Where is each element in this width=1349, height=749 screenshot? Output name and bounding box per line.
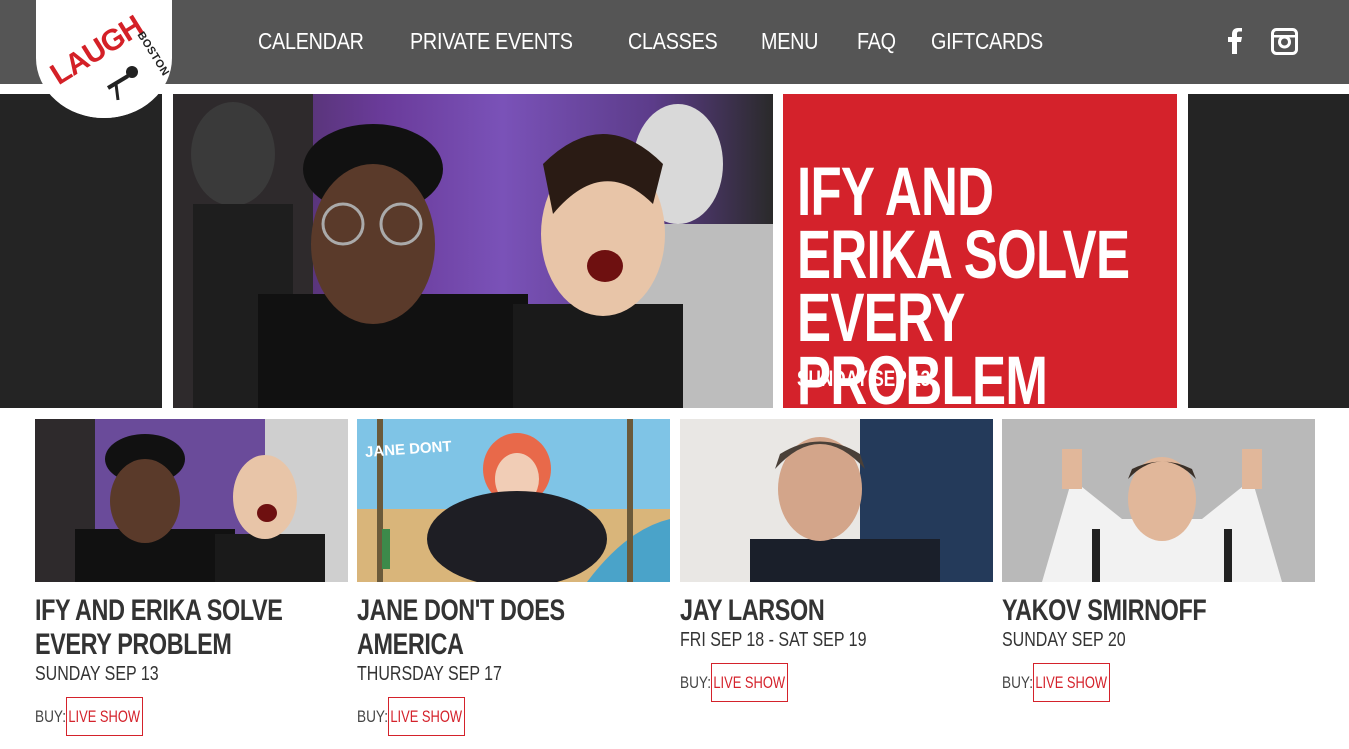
microphone-icon (106, 66, 138, 101)
event-card: JAY LARSON FRI SEP 18 - SAT SEP 19 BUY: … (680, 419, 993, 702)
live-show-label: LIVE SHOW (390, 706, 463, 726)
laugh-boston-logo[interactable]: LAUGH BOSTON (36, 0, 172, 118)
event-title[interactable]: JANE DON'T DOES AMERICA (357, 594, 669, 662)
hero-image[interactable] (173, 94, 773, 408)
live-show-button[interactable]: LIVE SHOW (388, 697, 465, 736)
main-navigation: CALENDAR PRIVATE EVENTS CLASSES MENU FAQ… (258, 28, 1090, 55)
nav-private-events[interactable]: PRIVATE EVENTS (410, 28, 573, 55)
buy-label: BUY: (35, 706, 66, 726)
buy-row: BUY: LIVE SHOW (35, 697, 348, 736)
hero-left-panel (0, 94, 162, 408)
live-show-label: LIVE SHOW (1035, 672, 1108, 692)
event-photo (1002, 419, 1315, 582)
nav-calendar[interactable]: CALENDAR (258, 28, 364, 55)
live-show-button[interactable]: LIVE SHOW (66, 697, 143, 736)
nav-menu[interactable]: MENU (761, 28, 818, 55)
event-thumbnail[interactable] (1002, 419, 1315, 582)
live-show-label: LIVE SHOW (713, 672, 786, 692)
event-title[interactable]: YAKOV SMIRNOFF (1002, 594, 1314, 628)
event-photo (35, 419, 348, 582)
hero-photo-illustration (173, 94, 773, 408)
event-card: YAKOV SMIRNOFF SUNDAY SEP 20 BUY: LIVE S… (1002, 419, 1315, 702)
buy-label: BUY: (357, 706, 388, 726)
nav-giftcards[interactable]: GIFTCARDS (931, 28, 1043, 55)
buy-label: BUY: (1002, 672, 1033, 692)
event-date: SUNDAY SEP 20 (1002, 629, 1126, 651)
buy-row: BUY: LIVE SHOW (357, 697, 670, 736)
hero-date: SUNDAY SEP 13 (797, 366, 931, 391)
event-thumbnail[interactable]: JANE DONT (357, 419, 670, 582)
buy-row: BUY: LIVE SHOW (680, 663, 993, 702)
event-thumbnail[interactable] (680, 419, 993, 582)
hero-right-panel (1188, 94, 1349, 408)
event-title[interactable]: JAY LARSON (680, 594, 992, 628)
event-date: SUNDAY SEP 13 (35, 663, 159, 685)
event-photo (680, 419, 993, 582)
live-show-button[interactable]: LIVE SHOW (1033, 663, 1110, 702)
nav-faq[interactable]: FAQ (857, 28, 896, 55)
buy-row: BUY: LIVE SHOW (1002, 663, 1315, 702)
event-title[interactable]: IFY AND ERIKA SOLVE EVERY PROBLEM (35, 594, 347, 662)
event-date: FRI SEP 18 - SAT SEP 19 (680, 629, 867, 651)
instagram-icon[interactable] (1271, 28, 1298, 55)
event-card: JANE DONT JANE DON'T DOES AMERICA THURSD… (357, 419, 670, 736)
live-show-label: LIVE SHOW (68, 706, 141, 726)
facebook-icon[interactable] (1227, 28, 1243, 54)
nav-classes[interactable]: CLASSES (628, 28, 718, 55)
live-show-button[interactable]: LIVE SHOW (711, 663, 788, 702)
event-date: THURSDAY SEP 17 (357, 663, 502, 685)
event-thumbnail[interactable] (35, 419, 348, 582)
event-card: IFY AND ERIKA SOLVE EVERY PROBLEM SUNDAY… (35, 419, 348, 736)
buy-label: BUY: (680, 672, 711, 692)
